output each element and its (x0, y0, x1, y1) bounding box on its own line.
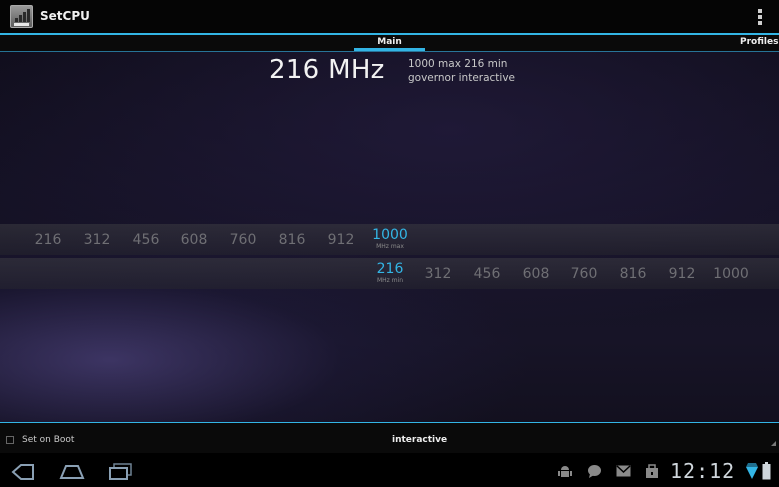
max-option[interactable]: 912 (328, 232, 355, 248)
current-frequency: 216 MHz (269, 55, 385, 85)
action-bar (0, 0, 779, 33)
min-selected-unit: MHz min (376, 277, 404, 284)
store-icon[interactable] (645, 463, 659, 479)
max-option[interactable]: 816 (279, 232, 306, 248)
tab-bar-divider (0, 51, 779, 52)
max-frequency-slider[interactable]: 216 312 456 608 760 816 912 1000 MHz max (0, 224, 779, 255)
set-on-boot-checkbox[interactable] (6, 436, 14, 444)
min-selected[interactable]: 216 MHz min (376, 261, 404, 285)
max-option[interactable]: 456 (133, 232, 160, 248)
battery-icon[interactable] (762, 462, 771, 480)
app-icon[interactable] (10, 5, 33, 28)
min-option[interactable]: 608 (523, 266, 550, 282)
max-option[interactable]: 760 (230, 232, 257, 248)
min-selected-value: 216 (376, 261, 404, 277)
android-debug-icon[interactable] (558, 464, 572, 479)
min-option[interactable]: 1000 (713, 266, 749, 282)
recent-apps-icon[interactable] (108, 462, 134, 482)
max-selected-unit: MHz max (376, 243, 404, 250)
home-icon[interactable] (58, 462, 86, 482)
max-option[interactable]: 608 (181, 232, 208, 248)
wifi-icon[interactable] (745, 463, 759, 480)
bottom-bar (0, 423, 779, 453)
max-option[interactable]: 216 (35, 232, 62, 248)
tab-profiles[interactable]: Profiles (740, 35, 779, 51)
back-icon[interactable] (10, 463, 36, 481)
min-frequency-slider[interactable]: 216 MHz min 312 456 608 760 816 912 1000 (0, 258, 779, 289)
spinner-arrow-icon[interactable] (771, 441, 776, 446)
max-selected-value: 1000 (372, 227, 408, 243)
frequency-info: 1000 max 216 min governor interactive (408, 57, 515, 85)
governor-readout: governor interactive (408, 72, 516, 84)
set-on-boot-label[interactable]: Set on Boot (22, 435, 74, 445)
clock: 12:12 (670, 459, 736, 483)
min-option[interactable]: 456 (474, 266, 501, 282)
min-option[interactable]: 912 (669, 266, 696, 282)
gmail-icon[interactable] (616, 465, 631, 477)
max-selected[interactable]: 1000 MHz max (372, 227, 408, 251)
app-title: SetCPU (40, 9, 90, 23)
min-option[interactable]: 760 (571, 266, 598, 282)
overflow-menu-icon[interactable] (758, 9, 764, 25)
chat-icon[interactable] (587, 464, 602, 479)
governor-spinner[interactable]: interactive (392, 435, 447, 445)
max-option[interactable]: 312 (84, 232, 111, 248)
min-option[interactable]: 816 (620, 266, 647, 282)
max-min-readout: 1000 max 216 min (408, 58, 508, 70)
min-option[interactable]: 312 (425, 266, 452, 282)
